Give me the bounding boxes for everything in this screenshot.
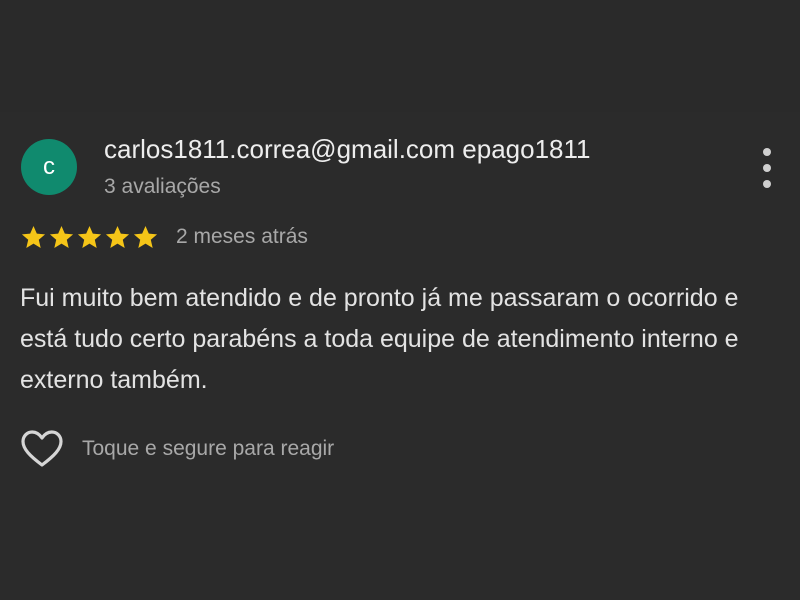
author-name[interactable]: carlos1811.correa@gmail.com epago1811 [104, 134, 590, 165]
star-rating [20, 224, 159, 251]
more-vertical-icon-dot [763, 164, 771, 172]
avatar-initial: c [43, 153, 55, 180]
reaction-row: Toque e segure para reagir [20, 428, 334, 470]
heart-outline-icon[interactable] [20, 429, 64, 469]
review-text: Fui muito bem atendido e de pronto já me… [20, 284, 739, 394]
reaction-hint: Toque e segure para reagir [82, 437, 335, 460]
star-icon [133, 225, 158, 248]
more-vertical-icon [763, 148, 771, 156]
star-icon [21, 225, 46, 248]
more-options-button[interactable] [752, 148, 782, 188]
rating-row: 2 meses atrás [20, 222, 308, 252]
avatar[interactable]: c [21, 139, 77, 195]
author-review-count: 3 avaliações [104, 175, 221, 198]
top-background [0, 0, 800, 112]
star-icon [49, 225, 74, 248]
more-vertical-icon-dot [763, 180, 771, 188]
star-icon [105, 225, 130, 248]
review-date: 2 meses atrás [176, 225, 308, 248]
star-icon [77, 225, 102, 248]
